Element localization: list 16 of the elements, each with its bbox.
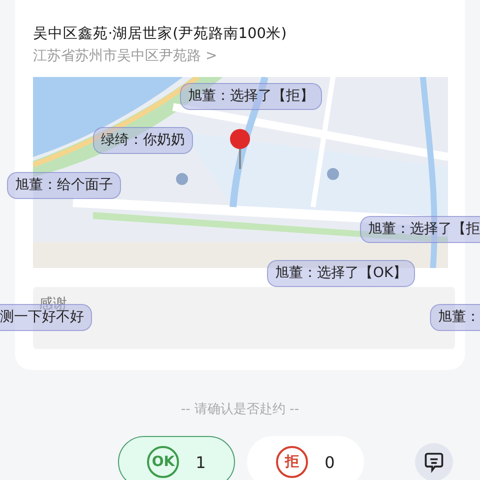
chat-icon: [423, 451, 445, 473]
reject-button[interactable]: 拒 0: [247, 436, 364, 480]
ok-badge: OK: [147, 446, 180, 478]
danmaku-comment: 旭董：选择了【OK】: [267, 260, 416, 287]
danmaku-comment: 旭董：给个面子: [7, 172, 121, 199]
danmaku-comment: 旭董：选择了【拒】: [180, 83, 322, 110]
chat-button[interactable]: [415, 443, 453, 480]
accept-button[interactable]: OK 1: [118, 436, 235, 480]
location-title: 吴中区鑫苑·湖居世家(尹苑路南100米): [33, 24, 288, 44]
danmaku-comment: 旭董：: [430, 304, 480, 331]
danmaku-comment: 旭董：选择了【拒: [360, 216, 480, 243]
danmaku-comment: 绿绮：你奶奶: [93, 127, 193, 154]
vote-count: 0: [324, 452, 335, 472]
reject-badge: 拒: [276, 446, 308, 478]
confirm-prompt: -- 请确认是否赴约 --: [180, 401, 300, 418]
vote-count: 1: [196, 452, 206, 472]
